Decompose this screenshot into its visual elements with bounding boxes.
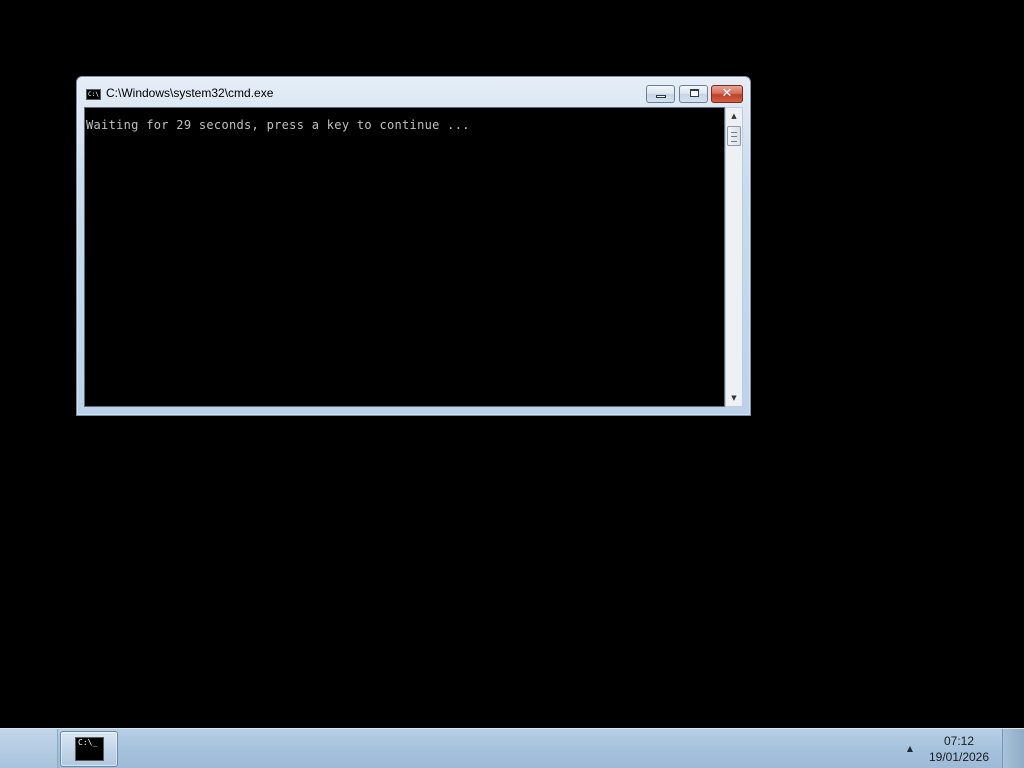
vertical-scrollbar[interactable]: ▲ ▼ (725, 107, 743, 407)
taskbar-cmd-button[interactable]: C:\_ (60, 731, 118, 767)
show-desktop-button[interactable] (1002, 729, 1024, 768)
scroll-down-arrow-icon[interactable]: ▼ (726, 390, 742, 406)
maximize-button[interactable] (679, 85, 708, 103)
title-bar[interactable]: C:\ C:\Windows\system32\cmd.exe ✕ (77, 77, 750, 107)
start-button[interactable] (0, 729, 58, 768)
console-line: Waiting for 29 seconds, press a key to c… (86, 118, 470, 132)
clock[interactable]: 07:12 19/01/2026 (926, 733, 992, 767)
grip-icon (731, 132, 737, 142)
cmd-icon: C:\_ (75, 737, 104, 761)
clock-date: 19/01/2026 (928, 750, 990, 764)
cmd-window[interactable]: C:\ C:\Windows\system32\cmd.exe ✕ Waitin… (76, 76, 751, 416)
clock-time: 07:12 (943, 734, 975, 748)
minimize-icon (656, 95, 666, 98)
desktop: C:\ C:\Windows\system32\cmd.exe ✕ Waitin… (0, 0, 1024, 728)
console-output[interactable]: Waiting for 29 seconds, press a key to c… (84, 107, 725, 407)
scroll-up-arrow-icon[interactable]: ▲ (726, 108, 742, 124)
close-icon: ✕ (721, 86, 733, 101)
taskbar: C:\_ ▲ 07:12 19/01/2026 (0, 728, 1024, 768)
minimize-button[interactable] (646, 85, 675, 103)
window-title: C:\Windows\system32\cmd.exe (106, 86, 274, 100)
show-hidden-icons-icon[interactable]: ▲ (903, 743, 917, 755)
cmd-icon[interactable]: C:\ (86, 89, 101, 100)
close-button[interactable]: ✕ (711, 85, 743, 103)
scrollbar-thumb[interactable] (727, 126, 741, 146)
maximize-icon (690, 89, 699, 97)
